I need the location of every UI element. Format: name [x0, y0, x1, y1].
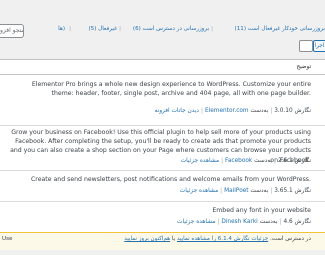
plugin-author-link[interactable]: Elementor.com	[205, 108, 249, 114]
bulk-actions: اجرا	[285, 40, 325, 54]
plugin-meta: نگارش 3.65.1|به‌دست MailPoet|مشاهده جزئی…	[180, 188, 311, 194]
view-version-details-link[interactable]: جزئیات نگارش 6.1.4 را مشاهده نمایید	[177, 236, 268, 242]
plugin-by: به‌دست	[250, 108, 269, 114]
search-plugins-button[interactable]: جستجو افزو	[0, 24, 24, 38]
update-now-link[interactable]: هم‌اکنون بروز نمایید	[124, 236, 170, 242]
bulk-action-select[interactable]	[299, 40, 313, 52]
apply-button[interactable]: اجرا	[313, 40, 325, 52]
plugin-details-link[interactable]: مشاهده جزئیات	[180, 188, 218, 194]
filter-update-available[interactable]: بروزرسانی در دسترس است (6)	[133, 26, 209, 32]
plugin-meta: نگارش 4.6|به‌دست Dinesh Karki|مشاهده جزئ…	[177, 219, 311, 225]
table-header: توضیح	[0, 60, 325, 75]
update-notice-text: در دسترس است. جزئیات نگارش 6.1.4 را مشاه…	[124, 236, 311, 243]
filter-partial[interactable]: ها)	[58, 26, 65, 32]
plugin-meta: نگارش 3.0.10|به‌دست Elementor.com|دیدن ج…	[155, 108, 311, 114]
plugin-row-mailpoet: Create and send newsletters, post notifi…	[0, 171, 325, 202]
plugin-version: نگارش 3.0.10	[274, 108, 311, 114]
plugin-by: به‌دست	[250, 188, 269, 194]
plugin-version: نگارش 4.6	[283, 219, 311, 225]
filter-separator: |	[69, 26, 71, 32]
plugin-version: نگارش 2.6.1	[277, 158, 311, 164]
filter-auto-update-disabled[interactable]: بروزرسانی خودکار غیرفعال است (11)	[235, 26, 325, 32]
plugin-details-link[interactable]: مشاهده جزئیات	[181, 158, 219, 164]
plugin-row-facebook: Grow your business on Facebook! Use this…	[0, 126, 325, 171]
plugins-page: جستجو افزو بروزرسانی خودکار غیرفعال است …	[0, 0, 325, 255]
plugins-table: توضیح Elementor Pro brings a whole new d…	[0, 59, 325, 233]
plugin-version: نگارش 3.65.1	[274, 188, 311, 194]
plugin-by: به‌دست	[254, 158, 272, 164]
plugin-details-link[interactable]: دیدن جاتات افزونه	[155, 108, 199, 114]
plugin-row-elementor-pro: Elementor Pro brings a whole new design …	[0, 75, 325, 126]
plugin-details-link[interactable]: مشاهده جزئیات	[177, 219, 215, 225]
column-header-description: توضیح	[296, 64, 312, 70]
notice-connector: یا	[171, 236, 176, 242]
notice-prefix: Use	[2, 236, 13, 242]
plugin-description: Elementor Pro brings a whole new design …	[31, 81, 311, 98]
plugin-by: به‌دست	[259, 219, 278, 225]
notice-message: در دسترس است.	[269, 236, 311, 242]
filter-inactive[interactable]: غیرفعال (5)	[88, 26, 117, 32]
plugin-author-link[interactable]: MailPoet	[224, 188, 248, 194]
plugin-meta: نگارش 2.6.1|به‌دست Facebook|مشاهده جزئیا…	[181, 158, 311, 164]
plugin-author-link[interactable]: Dinesh Karki	[221, 219, 257, 225]
plugin-author-link[interactable]: Facebook	[225, 158, 252, 164]
plugin-row-custom-fonts: Embed any font in your website نگارش 4.6…	[0, 202, 325, 233]
plugin-description: Embed any font in your website	[212, 207, 311, 214]
plugin-description: Create and send newsletters, post notifi…	[30, 176, 311, 183]
update-notice: Use در دسترس است. جزئیات نگارش 6.1.4 را …	[0, 232, 325, 250]
filter-separator: |	[211, 26, 213, 32]
filter-separator: |	[119, 26, 121, 32]
plugin-status-filters: بروزرسانی خودکار غیرفعال است (11) | بروز…	[25, 26, 325, 36]
